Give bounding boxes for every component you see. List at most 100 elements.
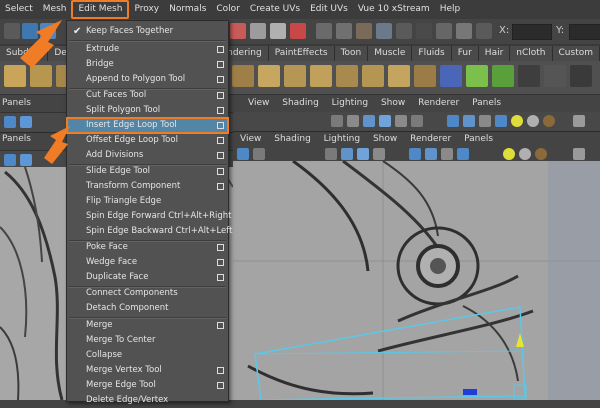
shelf-tool-icon[interactable] xyxy=(544,65,566,87)
menu-item-extrude[interactable]: Extrude xyxy=(67,42,228,57)
menu-item-offset-edge-loop[interactable]: Offset Edge Loop Tool xyxy=(67,133,228,148)
sphere-icon[interactable] xyxy=(519,148,531,160)
menu-item-wedge-face[interactable]: Wedge Face xyxy=(67,255,228,270)
option-box-icon[interactable] xyxy=(217,76,224,83)
shelf-tool-icon[interactable] xyxy=(284,65,306,87)
shelf-tool-icon[interactable] xyxy=(310,65,332,87)
panels-menu[interactable]: Panels xyxy=(2,95,31,112)
shelf-tool-icon[interactable] xyxy=(362,65,384,87)
menu-item-collapse[interactable]: Collapse xyxy=(67,348,228,363)
ipr-render-icon[interactable] xyxy=(356,23,372,39)
menu-create-uvs[interactable]: Create UVs xyxy=(245,0,305,19)
light-icon[interactable] xyxy=(511,115,523,127)
option-box-icon[interactable] xyxy=(217,92,224,99)
option-box-icon[interactable] xyxy=(217,244,224,251)
menu-item-spin-edge-forward[interactable]: Spin Edge Forward Ctrl+Alt+Right xyxy=(67,209,231,224)
menu-vue-xstream[interactable]: Vue 10 xStream xyxy=(353,0,435,19)
camera-icon[interactable] xyxy=(4,116,16,128)
option-box-icon[interactable] xyxy=(217,168,224,175)
viewport-icon[interactable] xyxy=(573,115,585,127)
menu-view[interactable]: View xyxy=(235,132,266,147)
tab-fur[interactable]: Fur xyxy=(451,46,479,61)
camera-icon[interactable] xyxy=(4,154,16,166)
x-field[interactable] xyxy=(512,24,552,40)
shelf-tool-icon[interactable] xyxy=(492,65,514,87)
render-settings-icon[interactable] xyxy=(376,23,392,39)
option-box-icon[interactable] xyxy=(217,61,224,68)
viewport-icon[interactable] xyxy=(331,115,343,127)
menu-item-merge-vertex-tool[interactable]: Merge Vertex Tool xyxy=(67,363,228,378)
menu-item-bridge[interactable]: Bridge xyxy=(67,57,228,72)
view-icon[interactable] xyxy=(20,154,32,166)
transform-mode-icon[interactable] xyxy=(436,23,452,39)
option-box-icon[interactable] xyxy=(217,183,224,190)
option-box-icon[interactable] xyxy=(217,367,224,374)
menu-item-poke-face[interactable]: Poke Face xyxy=(67,240,228,255)
viewport-icon[interactable] xyxy=(463,115,475,127)
tab-custom[interactable]: Custom xyxy=(552,46,600,61)
menu-item-connect-components[interactable]: Connect Components xyxy=(67,286,228,301)
option-box-icon[interactable] xyxy=(217,137,224,144)
shelf-tool-icon[interactable] xyxy=(414,65,436,87)
menu-item-slide-edge[interactable]: Slide Edge Tool xyxy=(67,164,228,179)
menu-item-merge-edge-tool[interactable]: Merge Edge Tool xyxy=(67,378,228,393)
option-box-icon[interactable] xyxy=(217,46,224,53)
menu-item-delete-edge-vertex[interactable]: Delete Edge/Vertex xyxy=(67,393,228,408)
menu-renderer[interactable]: Renderer xyxy=(413,95,464,112)
menu-view[interactable]: View xyxy=(243,95,274,112)
render-icon[interactable] xyxy=(336,23,352,39)
viewport-icon[interactable] xyxy=(425,148,437,160)
shelf-tool-icon[interactable] xyxy=(570,65,592,87)
menu-select[interactable]: Select xyxy=(0,0,38,19)
menu-help[interactable]: Help xyxy=(435,0,466,19)
menu-item-keep-faces-together[interactable]: ✔ Keep Faces Together xyxy=(67,24,228,39)
input-line-icon[interactable] xyxy=(416,23,432,39)
viewport-icon[interactable] xyxy=(357,148,369,160)
tab-fluids[interactable]: Fluids xyxy=(412,46,452,61)
snap-grid-icon[interactable] xyxy=(230,23,246,39)
viewport-icon[interactable] xyxy=(341,148,353,160)
menu-item-duplicate-face[interactable]: Duplicate Face xyxy=(67,270,228,285)
view-icon[interactable] xyxy=(20,116,32,128)
tab-painteffects[interactable]: PaintEffects xyxy=(268,46,335,61)
option-box-icon[interactable] xyxy=(217,382,224,389)
menu-lighting[interactable]: Lighting xyxy=(319,132,365,147)
option-box-icon[interactable] xyxy=(217,122,224,129)
shelf-tool-icon[interactable] xyxy=(466,65,488,87)
menu-panels[interactable]: Panels xyxy=(459,132,498,147)
menu-item-flip-triangle-edge[interactable]: Flip Triangle Edge xyxy=(67,194,228,209)
menu-item-add-divisions[interactable]: Add Divisions xyxy=(67,148,228,163)
viewport-icon[interactable] xyxy=(373,148,385,160)
option-box-icon[interactable] xyxy=(217,322,224,329)
main-viewport[interactable] xyxy=(233,159,600,401)
menu-proxy[interactable]: Proxy xyxy=(129,0,164,19)
viewport-icon[interactable] xyxy=(447,115,459,127)
option-box-icon[interactable] xyxy=(217,274,224,281)
shelf-tool-icon[interactable] xyxy=(258,65,280,87)
light-icon[interactable] xyxy=(503,148,515,160)
viewport-icon[interactable] xyxy=(325,148,337,160)
viewport-icon[interactable] xyxy=(379,115,391,127)
absolute-transform-icon[interactable] xyxy=(456,23,472,39)
tab-ncloth[interactable]: nCloth xyxy=(510,46,553,61)
menu-panels[interactable]: Panels xyxy=(467,95,506,112)
menu-item-append-to-polygon[interactable]: Append to Polygon Tool xyxy=(67,72,228,87)
tab-hair[interactable]: Hair xyxy=(478,46,511,61)
hypershade-icon[interactable] xyxy=(396,23,412,39)
snap-magnet-icon[interactable] xyxy=(290,23,306,39)
viewport-icon[interactable] xyxy=(441,148,453,160)
menu-mesh[interactable]: Mesh xyxy=(38,0,72,19)
sphere-icon[interactable] xyxy=(543,115,555,127)
tab-toon[interactable]: Toon xyxy=(334,46,369,61)
menu-item-transform-component[interactable]: Transform Component xyxy=(67,179,228,194)
shelf-tool-icon[interactable] xyxy=(440,65,462,87)
viewport-icon[interactable] xyxy=(479,115,491,127)
shelf-tool-icon[interactable] xyxy=(388,65,410,87)
snap-point-icon[interactable] xyxy=(270,23,286,39)
menu-item-detach-component[interactable]: Detach Component xyxy=(67,301,228,316)
option-box-icon[interactable] xyxy=(217,107,224,114)
viewport-icon[interactable] xyxy=(347,115,359,127)
menu-normals[interactable]: Normals xyxy=(164,0,211,19)
viewport-icon[interactable] xyxy=(409,148,421,160)
menu-shading[interactable]: Shading xyxy=(277,95,324,112)
